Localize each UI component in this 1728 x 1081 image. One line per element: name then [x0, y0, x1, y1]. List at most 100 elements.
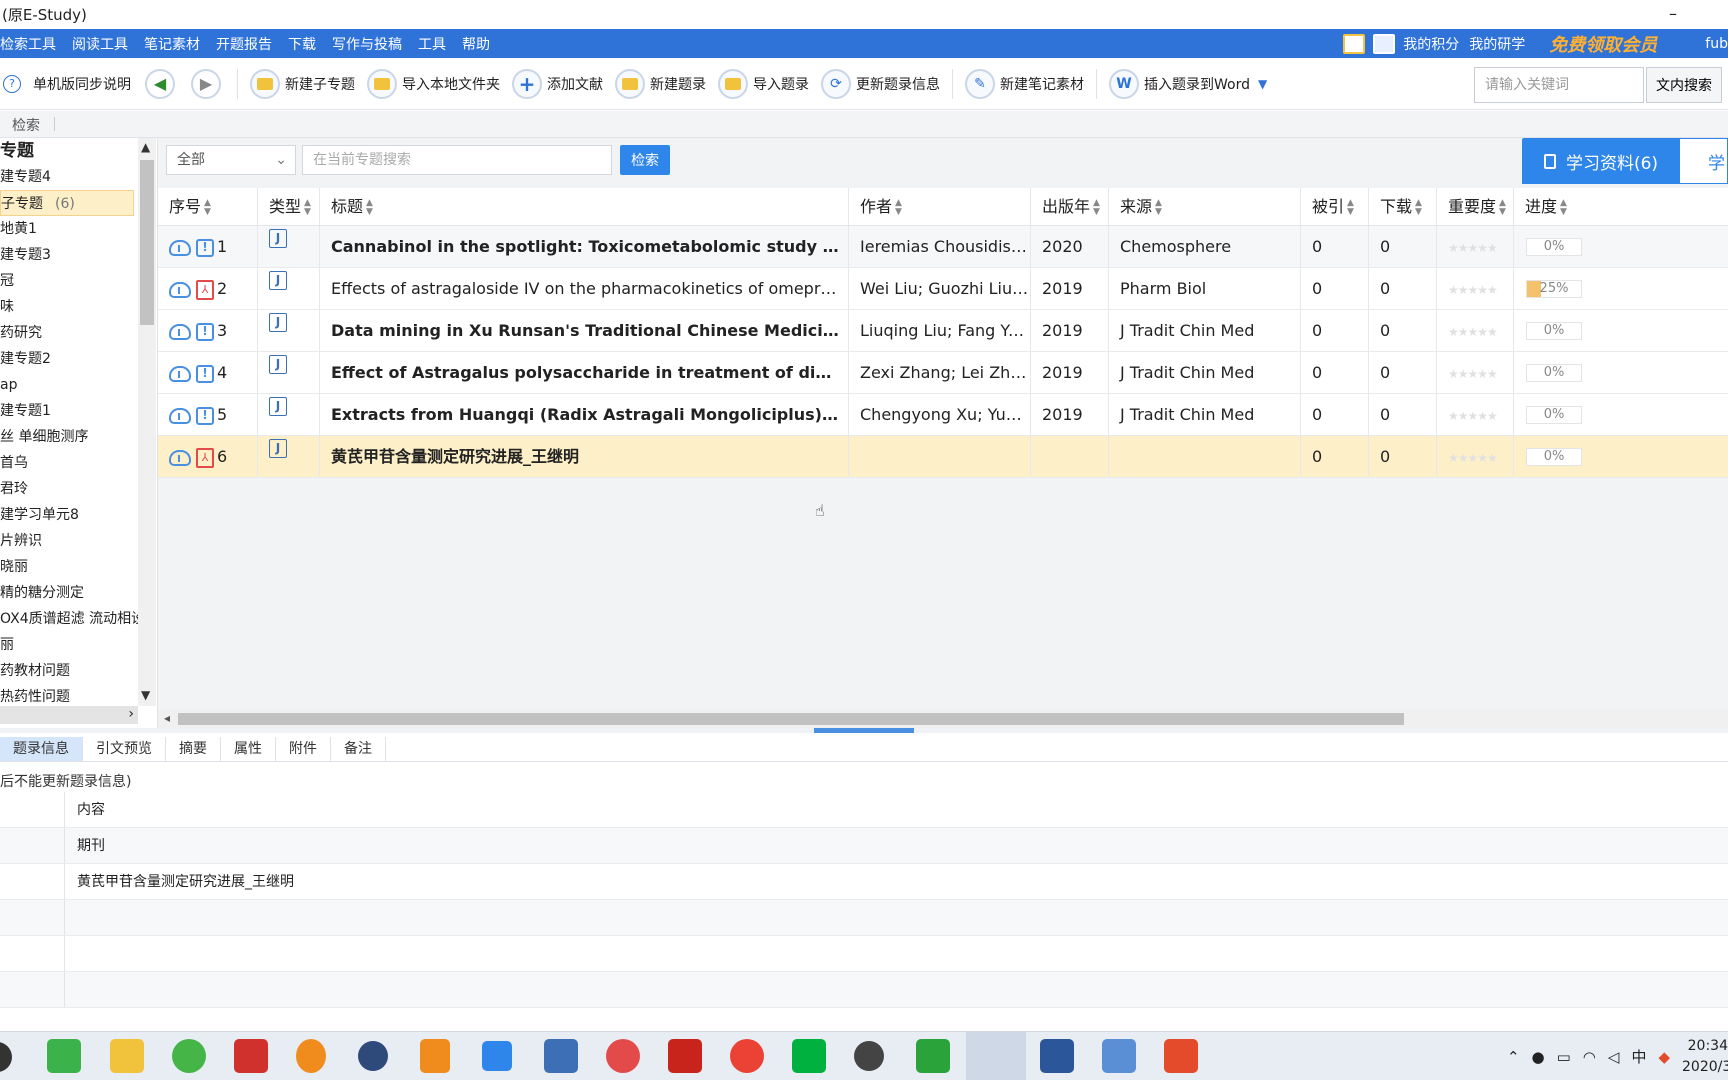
table-row[interactable]: ⅄ 6 J 黄芪甲苷含量测定研究进展_王继明 0 0 ★★★★★ 0%: [158, 436, 1728, 478]
table-row[interactable]: ! 3 J Data mining in Xu Runsan's Traditiona…: [158, 310, 1728, 352]
camtasia-icon[interactable]: [916, 1039, 950, 1073]
header-seq[interactable]: 序号 ▲ ▼: [158, 188, 258, 225]
tree-node[interactable]: 君玲: [0, 476, 138, 502]
filezilla-icon[interactable]: [668, 1039, 702, 1073]
table-horizontal-scrollbar[interactable]: ◂: [158, 710, 1728, 728]
table-row[interactable]: ! 5 J Extracts from Huangqi (Radix Astragal…: [158, 394, 1728, 436]
menu-download[interactable]: 下载: [288, 34, 316, 54]
tab-notes[interactable]: 备注: [331, 737, 386, 761]
tree-node[interactable]: OX4质谱超滤 流动相设: [0, 606, 138, 632]
menu-writing[interactable]: 写作与投稿: [332, 34, 402, 54]
field-value[interactable]: 黄芪甲苷含量测定研究进展_王继明: [77, 864, 294, 900]
topic-search-input[interactable]: [302, 145, 612, 175]
header-download[interactable]: 下载 ▲ ▼: [1369, 188, 1437, 225]
wechat-icon[interactable]: [47, 1039, 81, 1073]
menu-search-tools[interactable]: 检索工具: [0, 34, 56, 54]
sync-info-button[interactable]: 单机版同步说明: [33, 74, 131, 94]
warning-icon[interactable]: !: [196, 364, 214, 383]
user-name[interactable]: fub: [1705, 36, 1728, 52]
back-arrow-icon[interactable]: ◀: [145, 68, 175, 99]
scroll-right-icon[interactable]: ›: [128, 706, 134, 722]
layout-icon[interactable]: [1343, 33, 1366, 54]
header-source[interactable]: 来源 ▲ ▼: [1109, 188, 1301, 225]
sync-app-icon[interactable]: [420, 1039, 450, 1073]
field-value[interactable]: 内容: [77, 792, 105, 828]
importance-stars[interactable]: ★★★★★: [1448, 451, 1498, 465]
iqiyi-icon[interactable]: [792, 1039, 826, 1073]
chevron-up-icon[interactable]: ⌃: [1507, 1048, 1520, 1066]
importance-stars[interactable]: ★★★★★: [1448, 409, 1498, 423]
tree-node[interactable]: 建学习单元8: [0, 502, 138, 528]
cloud-sync-icon[interactable]: [169, 281, 191, 298]
search-app-icon[interactable]: [296, 1039, 326, 1073]
word-icon[interactable]: [1040, 1039, 1074, 1073]
tab-citation-preview[interactable]: 引文预览: [83, 737, 166, 761]
import-record-button[interactable]: 导入题录: [718, 68, 809, 99]
language-icon[interactable]: [358, 1041, 388, 1071]
keyword-search-input[interactable]: [1474, 67, 1644, 103]
search-in-text-button[interactable]: 文内搜索: [1646, 67, 1722, 103]
tree-node[interactable]: 建专题3: [0, 242, 138, 268]
scroll-left-icon[interactable]: ◂: [164, 711, 170, 725]
scroll-down-icon[interactable]: ▼: [141, 688, 150, 702]
pdf-icon[interactable]: ⅄: [196, 279, 214, 300]
header-author[interactable]: 作者 ▲ ▼: [849, 188, 1031, 225]
chrome-icon[interactable]: [730, 1039, 764, 1073]
clock[interactable]: 20:34 2020/3: [1682, 1036, 1728, 1078]
pdf-icon[interactable]: ⅄: [196, 447, 214, 468]
ime-indicator[interactable]: 中: [1631, 1046, 1646, 1067]
forward-arrow-icon[interactable]: ▶: [191, 68, 221, 99]
desktop-app-icon[interactable]: [1102, 1039, 1136, 1073]
new-note-button[interactable]: ✎ 新建笔记素材: [965, 68, 1084, 99]
menu-tools[interactable]: 工具: [418, 34, 446, 54]
start-icon[interactable]: [0, 1042, 12, 1072]
tree-node[interactable]: 味: [0, 294, 138, 320]
topic-search-button[interactable]: 检索: [620, 145, 670, 175]
note-app-icon[interactable]: [482, 1041, 512, 1071]
tree-node[interactable]: 地黄1: [0, 216, 138, 242]
help-icon[interactable]: ?: [3, 74, 21, 93]
tab-properties[interactable]: 属性: [221, 737, 276, 761]
cloud-sync-icon[interactable]: [169, 239, 191, 256]
estudy-taskbar-icon[interactable]: [966, 1032, 1026, 1080]
volume-icon[interactable]: ◁: [1608, 1048, 1620, 1066]
free-membership-banner[interactable]: 免费领取会员: [1549, 31, 1657, 57]
table-row[interactable]: ! 1 J Cannabinol in the spotlight: Toxicome…: [158, 226, 1728, 268]
warning-icon[interactable]: !: [196, 322, 214, 341]
tree-node[interactable]: 冠: [0, 268, 138, 294]
wifi-icon[interactable]: ◠: [1583, 1048, 1596, 1066]
tree-node[interactable]: 晓丽: [0, 554, 138, 580]
record-app-icon[interactable]: [1164, 1039, 1198, 1073]
importance-stars[interactable]: ★★★★★: [1448, 367, 1498, 381]
table-row[interactable]: ! 4 J Effect of Astragalus polysaccharide i…: [158, 352, 1728, 394]
minimize-button[interactable]: –: [1650, 0, 1696, 29]
header-importance[interactable]: 重要度 ▲ ▼: [1437, 188, 1514, 225]
menu-reading-tools[interactable]: 阅读工具: [72, 34, 128, 54]
tree-node[interactable]: 建专题4: [0, 164, 138, 190]
dropdown-arrow-icon[interactable]: ▼: [1258, 77, 1267, 91]
tree-node[interactable]: 片辨识: [0, 528, 138, 554]
scroll-up-icon[interactable]: ▲: [141, 140, 150, 154]
insert-word-button[interactable]: W 插入题录到Word ▼: [1109, 68, 1267, 99]
new-subtopic-button[interactable]: 新建子专题: [250, 68, 355, 99]
add-document-button[interactable]: + 添加文献: [512, 68, 603, 99]
tree-node[interactable]: 丝 单细胞测序: [0, 424, 138, 450]
header-cited[interactable]: 被引 ▲ ▼: [1301, 188, 1369, 225]
antivirus-icon[interactable]: ◆: [1658, 1048, 1670, 1066]
my-points-link[interactable]: 我的积分: [1403, 34, 1459, 54]
header-progress[interactable]: 进度 ▲ ▼: [1514, 188, 1728, 225]
tree-horizontal-scrollbar[interactable]: ›: [0, 706, 138, 724]
scroll-thumb[interactable]: [140, 160, 154, 325]
tree-vertical-scrollbar[interactable]: ▲ ▼: [138, 138, 156, 706]
youdao-icon[interactable]: [234, 1039, 268, 1073]
tree-node[interactable]: 丽: [0, 632, 138, 658]
new-record-button[interactable]: 新建题录: [615, 68, 706, 99]
calendar-icon[interactable]: [1373, 33, 1396, 54]
remote-desktop-icon[interactable]: [544, 1039, 578, 1073]
tab-learning[interactable]: 学: [1680, 138, 1728, 184]
table-row[interactable]: ⅄ 2 J Effects of astragaloside IV on the ph…: [158, 268, 1728, 310]
importance-stars[interactable]: ★★★★★: [1448, 283, 1498, 297]
warning-icon[interactable]: !: [196, 406, 214, 425]
tab-study-materials[interactable]: 学习资料(6): [1522, 138, 1680, 184]
warning-icon[interactable]: !: [196, 238, 214, 257]
